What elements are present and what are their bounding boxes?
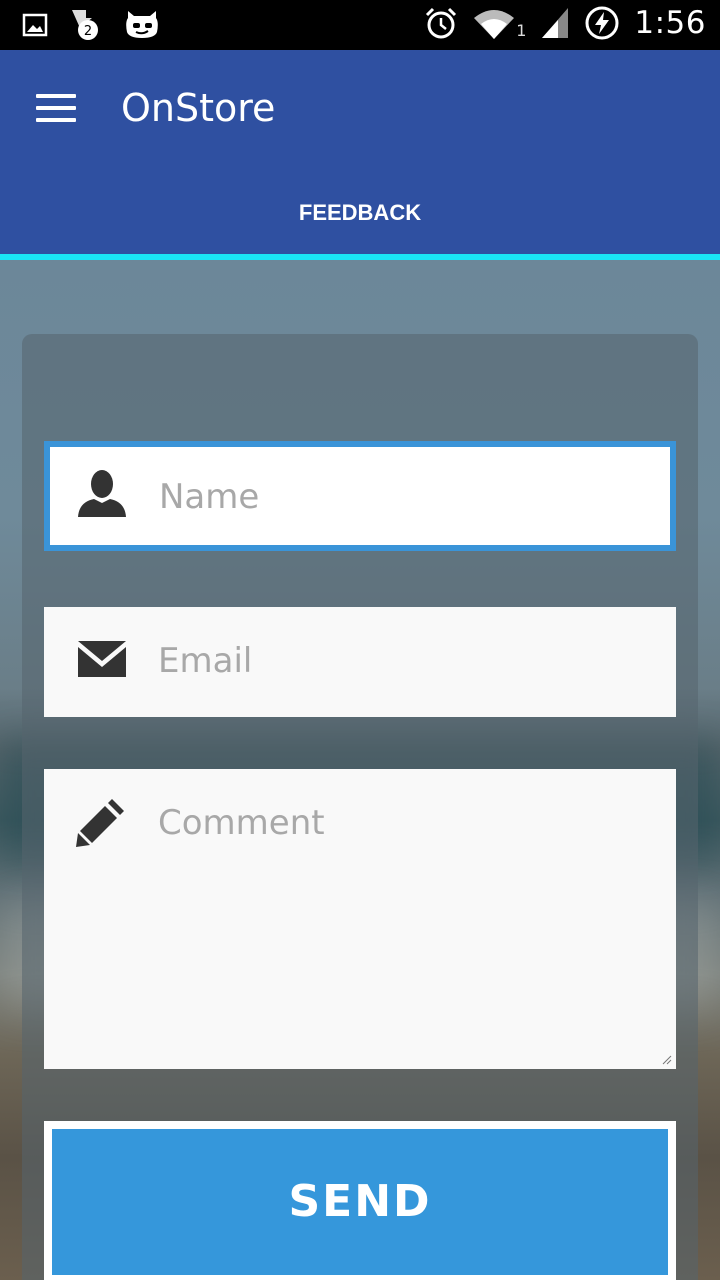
clock: 1:56 xyxy=(634,5,706,41)
hamburger-menu-icon[interactable] xyxy=(36,94,76,122)
name-placeholder: Name xyxy=(159,477,260,517)
name-field[interactable]: Name xyxy=(44,441,676,551)
alarm-icon xyxy=(426,7,457,39)
app-bar: OnStore FEEDBACK xyxy=(0,50,720,254)
cyanogen-icon xyxy=(126,11,158,38)
svg-text:2: 2 xyxy=(84,24,92,39)
app-title: OnStore xyxy=(121,86,276,130)
image-icon xyxy=(22,13,48,37)
tab-feedback-label: FEEDBACK xyxy=(298,200,422,225)
tab-feedback[interactable]: FEEDBACK xyxy=(0,176,720,254)
battery-charging-icon xyxy=(585,6,619,40)
pencil-icon xyxy=(76,799,124,847)
send-button[interactable]: SEND xyxy=(52,1129,668,1275)
notification-icons: 2 xyxy=(22,8,160,42)
envelope-icon xyxy=(78,641,126,677)
signal-icon xyxy=(542,8,569,38)
wifi-icon xyxy=(474,10,515,39)
download-badge-icon: 2 xyxy=(72,10,98,40)
email-placeholder: Email xyxy=(158,641,253,681)
email-field[interactable]: Email xyxy=(44,607,676,717)
resize-grip-icon[interactable] xyxy=(662,1055,672,1065)
send-button-frame: SEND xyxy=(44,1121,676,1280)
comment-placeholder: Comment xyxy=(158,803,325,843)
sim-number: 1 xyxy=(516,20,527,40)
comment-textarea[interactable]: Comment xyxy=(44,769,676,1069)
status-bar: 2 1 1:56 xyxy=(0,0,720,50)
person-icon xyxy=(78,470,126,517)
system-icons: 1 1:56 xyxy=(424,5,706,41)
